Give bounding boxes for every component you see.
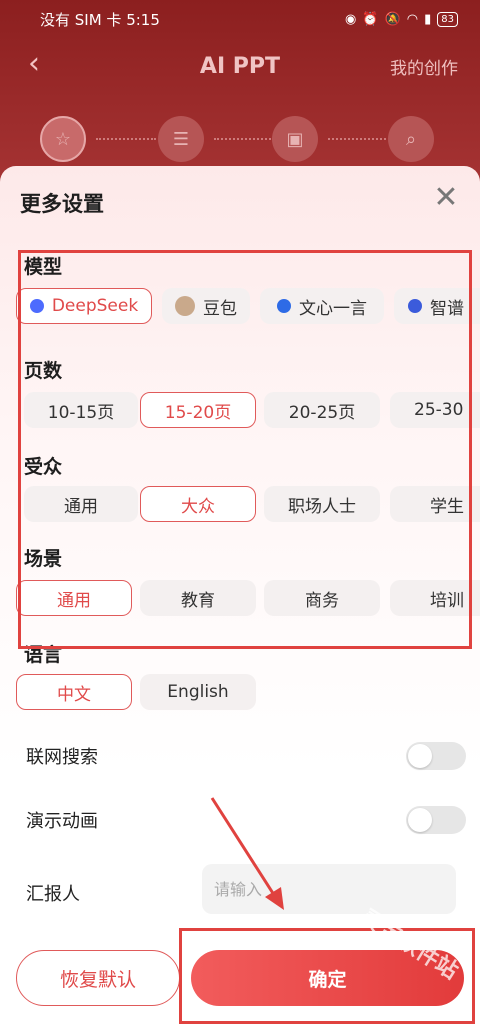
step-indicator: ☆ ☰ ▣ ⌕ xyxy=(40,116,440,164)
battery-icon: 83 xyxy=(437,11,458,27)
status-icons: ◉ ⏰ 🔕 ◠ ▮ 83 xyxy=(345,11,458,27)
step-connector xyxy=(214,138,274,140)
status-bar: 没有 SIM 卡 5:15 ◉ ⏰ 🔕 ◠ ▮ 83 xyxy=(0,0,480,38)
my-creations-link[interactable]: 我的创作 xyxy=(390,54,458,79)
carrier-time: 没有 SIM 卡 5:15 xyxy=(40,10,160,29)
annotation-arrow xyxy=(210,797,284,910)
step-layout-icon: ▣ xyxy=(272,116,318,162)
mute-icon: 🔕 xyxy=(384,11,401,27)
alarm-icon: ⏰ xyxy=(362,11,379,27)
settings-sheet: 更多设置 ✕ 模型 DeepSeek 豆包 文心一言 智谱 页数 10-15页 … xyxy=(0,166,480,1027)
nav-bar: ‹ AI PPT 我的创作 xyxy=(0,44,480,88)
alert-icon: ▮ xyxy=(424,11,432,27)
eye-icon: ◉ xyxy=(345,11,357,27)
step-connector xyxy=(96,138,156,140)
step-connector xyxy=(328,138,386,140)
wifi-icon: ◠ xyxy=(406,11,419,27)
step-template-icon: ☰ xyxy=(158,116,204,162)
step-preview-icon: ⌕ xyxy=(388,116,434,162)
step-outline-icon: ☆ xyxy=(40,116,86,162)
